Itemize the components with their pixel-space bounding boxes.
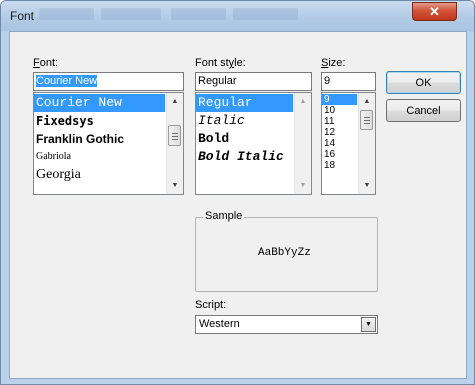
- close-button[interactable]: ✕: [412, 2, 457, 21]
- font-list-item[interactable]: Franklin Gothic: [34, 130, 165, 148]
- size-label: Size:: [321, 57, 346, 69]
- font-name-input[interactable]: Courier New: [33, 72, 184, 91]
- size-list-item[interactable]: 11: [322, 116, 357, 127]
- font-list[interactable]: ▲ ▼ Courier New Fixedsys Franklin Gothic Ga…: [33, 92, 184, 195]
- sample-label: Sample: [203, 210, 245, 222]
- scroll-thumb[interactable]: [168, 125, 181, 146]
- font-style-label: Font style:: [195, 57, 246, 69]
- font-label: Font:: [33, 57, 59, 69]
- style-list-item[interactable]: Regular: [196, 94, 293, 112]
- scroll-thumb[interactable]: [360, 110, 373, 130]
- scroll-up-arrow-icon[interactable]: ▲: [295, 93, 311, 110]
- size-list[interactable]: ▲ ▼ 9 10 11 12 14 16 18: [321, 92, 376, 195]
- scroll-down-arrow-icon[interactable]: ▼: [167, 177, 183, 194]
- size-list-scrollbar[interactable]: ▲ ▼: [358, 93, 375, 194]
- font-list-scrollbar[interactable]: ▲ ▼: [166, 93, 183, 194]
- window-title: Font: [10, 9, 35, 23]
- style-list-item[interactable]: Italic: [196, 112, 293, 130]
- font-list-item[interactable]: Georgia: [34, 165, 165, 185]
- scroll-down-arrow-icon[interactable]: ▼: [359, 177, 375, 194]
- font-name-input-text: Courier New: [36, 75, 98, 87]
- style-list-item[interactable]: Bold: [196, 130, 293, 148]
- title-bar[interactable]: Font ✕: [1, 1, 474, 31]
- scroll-up-arrow-icon[interactable]: ▲: [359, 93, 375, 110]
- size-list-item[interactable]: 12: [322, 127, 357, 138]
- font-style-input[interactable]: Regular: [195, 72, 312, 91]
- font-style-list[interactable]: ▲ ▼ Regular Italic Bold Bold Italic: [195, 92, 312, 195]
- size-list-item[interactable]: 16: [322, 149, 357, 160]
- size-list-item[interactable]: 14: [322, 138, 357, 149]
- size-list-item[interactable]: 9: [322, 94, 357, 105]
- ok-button[interactable]: OK: [386, 71, 461, 94]
- close-icon: ✕: [429, 3, 440, 19]
- cancel-button[interactable]: Cancel: [386, 99, 461, 122]
- scroll-up-arrow-icon[interactable]: ▲: [167, 93, 183, 110]
- style-list-item[interactable]: Bold Italic: [196, 148, 293, 166]
- dialog-client-area: Font: Courier New ▲ ▼ Courier New Fixedsy…: [9, 31, 467, 379]
- chevron-down-icon[interactable]: ▼: [361, 317, 376, 332]
- sample-text: AaBbYyZz: [258, 247, 311, 259]
- script-select[interactable]: Western ▼: [195, 315, 378, 334]
- script-select-value: Western: [199, 318, 240, 330]
- font-list-item[interactable]: Courier New: [34, 94, 165, 112]
- font-list-item[interactable]: Fixedsys: [34, 112, 165, 130]
- scroll-down-arrow-icon[interactable]: ▼: [295, 177, 311, 194]
- font-dialog-window: Font ✕ Font: Courier New ▲ ▼ Courier New…: [0, 0, 475, 385]
- font-list-item[interactable]: Gabriola: [34, 148, 165, 165]
- size-input[interactable]: 9: [321, 72, 376, 91]
- script-label: Script:: [195, 299, 227, 311]
- size-list-item[interactable]: 10: [322, 105, 357, 116]
- size-list-item[interactable]: 18: [322, 160, 357, 171]
- font-style-list-scrollbar[interactable]: ▲ ▼: [294, 93, 311, 194]
